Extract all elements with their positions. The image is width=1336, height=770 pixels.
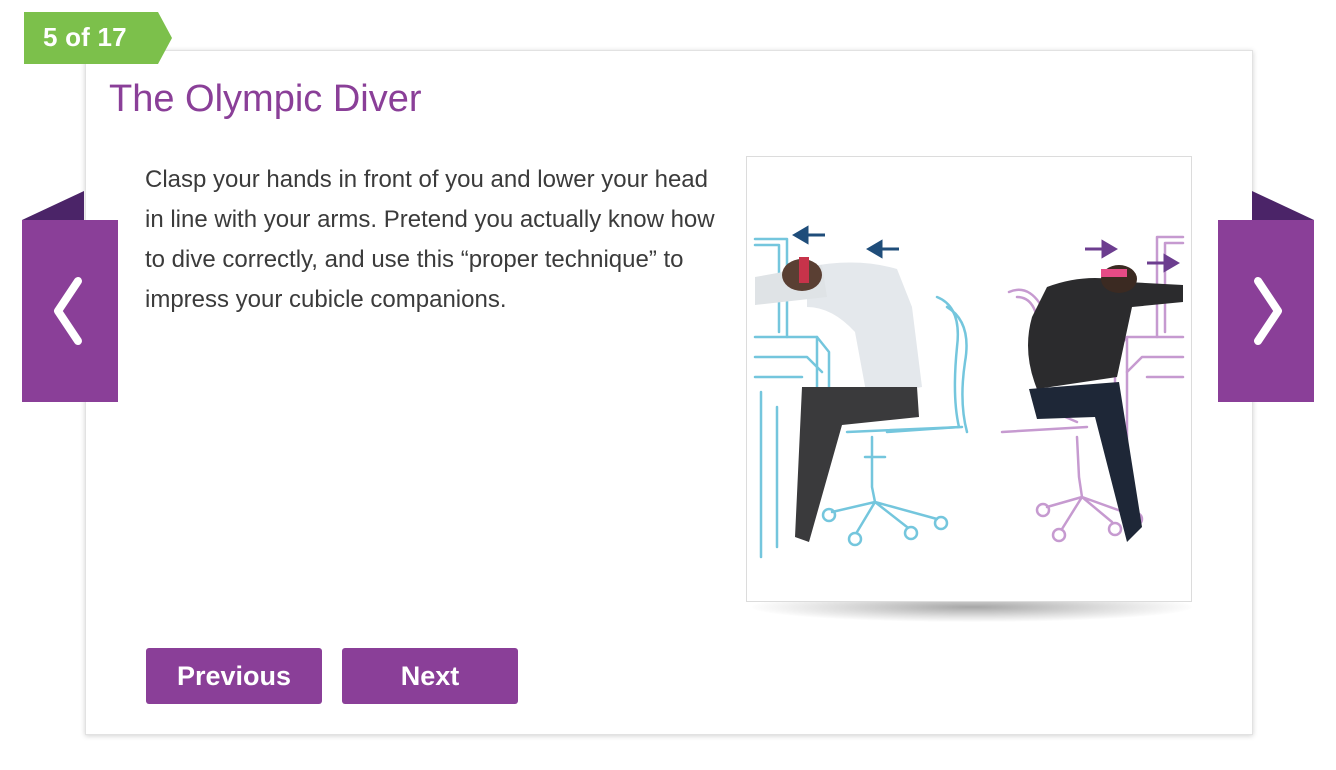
- previous-slide-arrow[interactable]: [22, 191, 118, 402]
- slide-counter-ribbon: 5 of 17: [24, 12, 172, 64]
- slide-description: Clasp your hands in front of you and low…: [145, 166, 715, 313]
- chevron-left-icon: [22, 191, 118, 402]
- next-button[interactable]: Next: [342, 648, 518, 704]
- previous-button[interactable]: Previous: [146, 648, 322, 704]
- stretch-illustration: [753, 225, 1185, 559]
- slide-counter: 5 of 17: [43, 22, 127, 52]
- next-slide-arrow[interactable]: [1218, 191, 1314, 402]
- chevron-right-icon: [1218, 191, 1314, 402]
- slide-image: [746, 156, 1192, 602]
- slideshow-stage: 5 of 17 The Olympic Diver Clasp your han…: [0, 0, 1336, 770]
- slide-title: The Olympic Diver: [109, 78, 422, 120]
